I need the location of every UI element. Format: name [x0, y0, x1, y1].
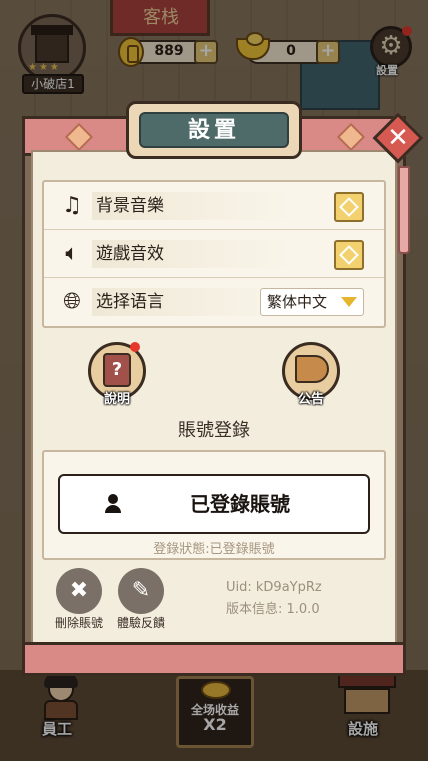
help-label: 說明: [103, 392, 130, 407]
setting-label: 遊戲音效: [92, 240, 292, 268]
delete-account-label: 刪除賬號: [54, 616, 103, 630]
sound-toggle[interactable]: [334, 240, 364, 270]
version-text: 版本信息: 1.0.0: [226, 602, 320, 617]
notice-label: 公告: [297, 392, 324, 407]
modal-footer-bar: [22, 642, 406, 676]
delete-account-button[interactable]: ✖︎: [56, 568, 102, 614]
settings-list: ♫ 背景音樂 🔈︎ 遊戲音效 🌐︎ 选择语言 繁体中文: [42, 180, 386, 328]
close-icon[interactable]: ✕: [380, 120, 416, 156]
feedback-button[interactable]: ✎: [118, 568, 164, 614]
user-icon-head: [108, 494, 118, 504]
tassel-decoration: [398, 166, 410, 254]
feedback-label: 體驗反饋: [116, 616, 165, 630]
delete-user-icon: ✖︎: [69, 578, 89, 603]
user-icon-body: [105, 505, 121, 513]
setting-row-music: ♫ 背景音樂: [44, 182, 384, 230]
help-notification-dot: [130, 342, 140, 352]
edit-icon: ✎: [131, 578, 151, 603]
setting-row-language: 🌐︎ 选择语言 繁体中文: [44, 278, 384, 326]
horn-icon: [295, 355, 329, 383]
scroll-question-icon: ?: [103, 353, 131, 387]
globe-icon: 🌐︎: [63, 289, 81, 314]
account-section-title: 賬號登錄: [178, 420, 250, 441]
language-select[interactable]: 繁体中文: [260, 288, 364, 316]
setting-label: 背景音樂: [92, 192, 292, 220]
modal-title: 設置: [139, 112, 289, 148]
speaker-icon: 🔈︎: [65, 241, 79, 266]
music-note-icon: ♫: [62, 193, 82, 218]
language-value: 繁体中文: [267, 293, 328, 311]
dropdown-arrow-icon: [341, 297, 357, 307]
diamond-icon: [339, 197, 359, 217]
ornament-icon: [64, 122, 94, 152]
uid-text: Uid: kD9aYpRz: [226, 580, 322, 595]
login-status: 登錄狀態:已登錄賬號: [153, 542, 275, 557]
ornament-icon: [336, 122, 366, 152]
user-icon: [104, 494, 122, 514]
setting-row-sound: 🔈︎ 遊戲音效: [44, 230, 384, 278]
diamond-icon: [339, 245, 359, 265]
music-toggle[interactable]: [334, 192, 364, 222]
modal-title-plaque: 設置: [126, 101, 302, 159]
login-button-label: 已登錄賬號: [190, 492, 290, 516]
